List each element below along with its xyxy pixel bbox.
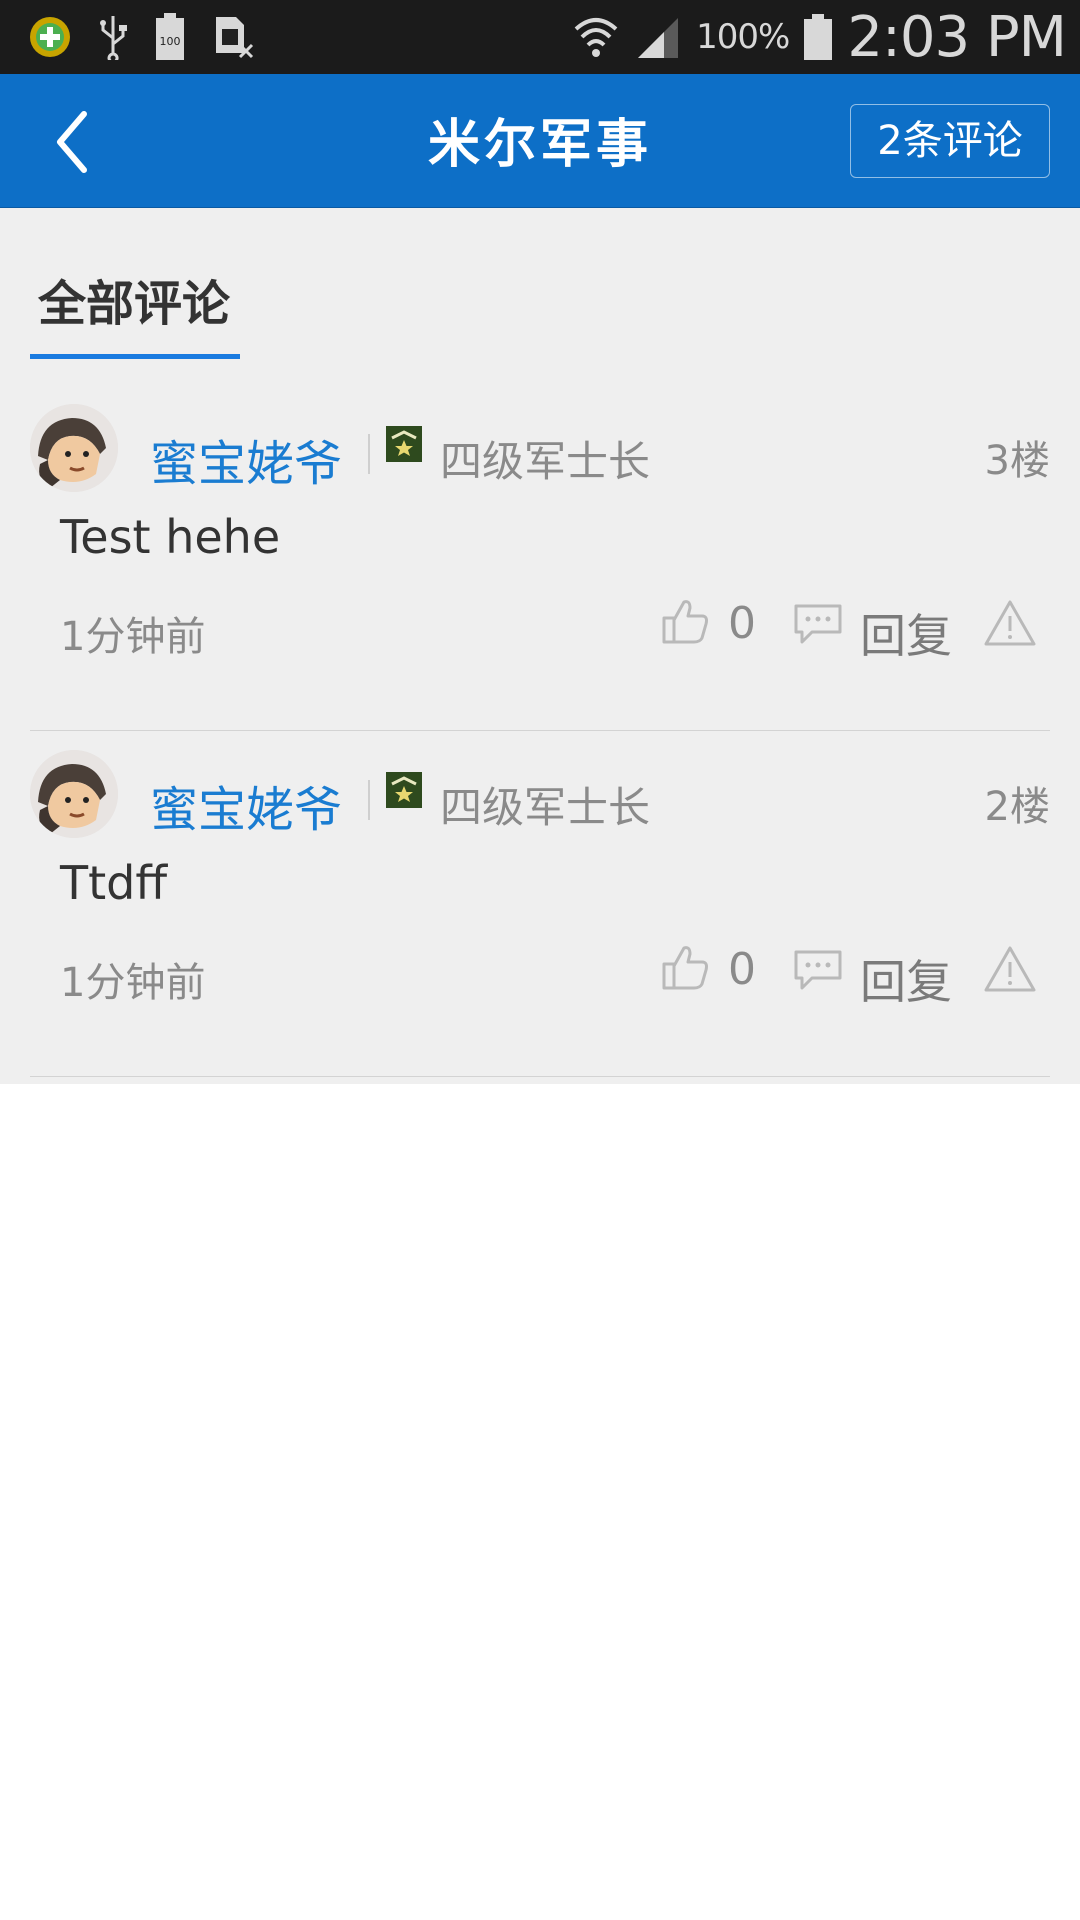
comment-item: 蜜宝姥爷 四级军士长 2楼 Ttdff 1分钟前 0 回复 xyxy=(30,730,1050,1077)
comment-count-button[interactable]: 2条评论 xyxy=(850,104,1050,178)
username-link[interactable]: 蜜宝姥爷 xyxy=(150,424,342,494)
reply-button[interactable]: 回复 xyxy=(860,946,952,1012)
battery-100-icon: 100 xyxy=(154,12,186,62)
wifi-icon xyxy=(572,15,620,59)
like-count: 0 xyxy=(728,598,756,649)
tab-all-comments-label: 全部评论 xyxy=(38,276,231,332)
comments-panel: 全部评论 蜜宝姥爷 四级军士长 3楼 Test hehe 1分钟前 0 回复 蜜… xyxy=(0,208,1080,1084)
comment-item: 蜜宝姥爷 四级军士长 3楼 Test hehe 1分钟前 0 回复 xyxy=(30,384,1050,731)
cell-signal-icon xyxy=(634,14,682,60)
timestamp: 1分钟前 xyxy=(60,960,206,1006)
avatar[interactable] xyxy=(30,404,118,492)
tab-all-comments[interactable]: 全部评论 xyxy=(30,264,240,360)
divider xyxy=(368,434,370,474)
thumbs-up-icon[interactable] xyxy=(660,598,710,646)
comment-body: Ttdff xyxy=(60,856,168,910)
warning-icon[interactable] xyxy=(982,944,1038,994)
app-notification-icon xyxy=(28,15,72,59)
status-bar-right: 100% 2:03 PM xyxy=(572,0,1067,74)
battery-icon xyxy=(803,13,833,61)
rank-badge-icon xyxy=(386,426,422,462)
username-link[interactable]: 蜜宝姥爷 xyxy=(150,770,342,840)
avatar-image xyxy=(30,750,118,838)
rank-badge-icon xyxy=(386,772,422,808)
thumbs-up-icon[interactable] xyxy=(660,944,710,992)
rank-label: 四级军士长 xyxy=(440,437,651,486)
avatar[interactable] xyxy=(30,750,118,838)
floor-number: 2楼 xyxy=(984,784,1050,830)
like-count: 0 xyxy=(728,944,756,995)
clock: 2:03 PM xyxy=(847,4,1067,70)
app-header: 米尔军事 2条评论 xyxy=(0,74,1080,208)
avatar-image xyxy=(30,404,118,492)
comment-body: Test hehe xyxy=(60,510,281,564)
tab-active-indicator xyxy=(30,354,240,359)
warning-icon[interactable] xyxy=(982,598,1038,648)
timestamp: 1分钟前 xyxy=(60,614,206,660)
status-bar-left: 100 xyxy=(28,12,256,62)
battery-percent: 100% xyxy=(696,17,790,57)
sim-missing-icon xyxy=(212,13,256,61)
rank-label: 四级军士长 xyxy=(440,783,651,832)
speech-bubble-icon[interactable] xyxy=(792,948,844,992)
divider xyxy=(368,780,370,820)
reply-button[interactable]: 回复 xyxy=(860,600,952,666)
floor-number: 3楼 xyxy=(984,438,1050,484)
speech-bubble-icon[interactable] xyxy=(792,602,844,646)
usb-icon xyxy=(98,14,128,60)
svg-text:100: 100 xyxy=(160,35,181,48)
status-bar: 100 100% 2:03 PM xyxy=(0,0,1080,74)
